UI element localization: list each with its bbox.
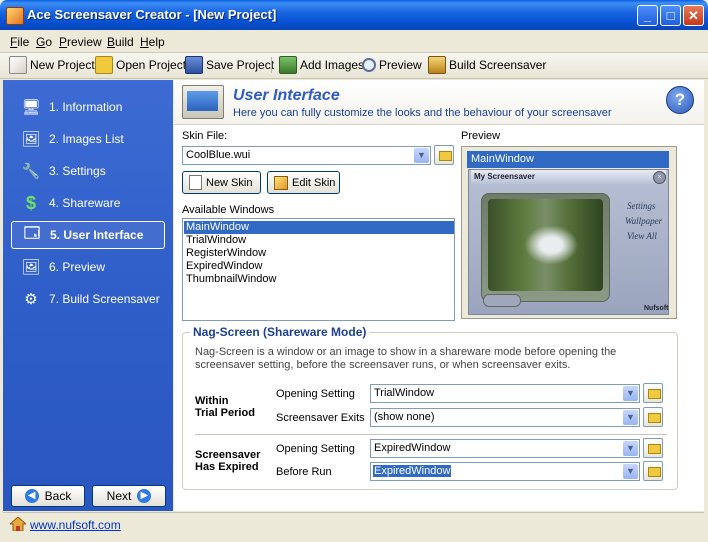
chevron-down-icon[interactable]: ▼ [414,148,429,163]
chevron-down-icon[interactable]: ▼ [623,441,638,456]
menu-preview[interactable]: Preview [59,35,102,49]
home-icon [10,517,26,531]
preview-label: Preview [461,130,501,142]
sidebar-item-settings[interactable]: 🔧 3. Settings [11,157,165,185]
preview-selected-window: MainWindow [467,151,669,168]
help-icon[interactable]: ? [666,86,694,114]
dollar-icon: $ [25,192,36,213]
nag-screen-title: Nag-Screen (Shareware Mode) [190,325,370,339]
preview-brand: Nufsoft [644,305,669,312]
preview-menu-wallpaper: Wallpaper [625,216,663,226]
menu-go[interactable]: Go [36,35,52,49]
nag-screen-description: Nag-Screen is a window or an image to sh… [195,346,617,371]
build-icon: ⚙ [24,291,38,308]
add-images-icon [279,56,297,74]
available-windows-list[interactable]: MainWindow TrialWindow RegisterWindow Ex… [182,218,455,321]
trial-opening-setting-combo[interactable]: TrialWindow ▼ [370,384,640,403]
arrow-right-icon: ▶ [137,489,152,503]
website-link[interactable]: www.nufsoft.com [30,518,121,532]
list-item[interactable]: RegisterWindow [184,247,454,260]
expired-label-line2: Has Expired [195,461,259,473]
sidebar-item-shareware[interactable]: $ 4. Shareware [11,189,165,217]
browse-expired-before-run-button[interactable] [643,461,663,481]
preview-caption: My Screensaver [474,172,535,181]
preview-image [488,199,603,291]
available-windows-label: Available Windows [182,204,275,216]
new-project-button[interactable]: New Project [9,56,95,74]
preview-controls [483,294,521,307]
skin-file-combo[interactable]: CoolBlue.wui ▼ [182,146,431,165]
edit-skin-icon [274,175,288,190]
browse-expired-opening-button[interactable] [643,438,663,458]
trial-screensaver-exits-label: Screensaver Exits [276,412,365,424]
trial-period-label-line2: Trial Period [195,407,255,419]
new-project-icon [9,56,27,74]
sidebar-item-build-screensaver[interactable]: ⚙ 7. Build Screensaver [11,285,165,313]
trial-screensaver-exits-combo[interactable]: (show none) ▼ [370,408,640,427]
menu-file[interactable]: File [10,35,29,49]
arrow-left-icon: ◀ [24,489,39,503]
preview-button[interactable]: Preview [362,56,422,74]
folder-open-icon [95,56,113,74]
user-interface-icon [182,85,224,119]
sidebar-item-preview[interactable]: 🖼 6. Preview [11,253,165,281]
back-button[interactable]: ◀ Back [11,485,85,507]
magnifier-icon [362,58,376,72]
list-item[interactable]: ThumbnailWindow [184,273,454,286]
list-item[interactable]: TrialWindow [184,234,454,247]
maximize-button[interactable]: □ [660,5,681,26]
expired-before-run-label: Before Run [276,466,332,478]
build-screensaver-button[interactable]: Build Screensaver [428,56,546,74]
preview-close-icon: × [653,171,666,184]
list-item[interactable]: ExpiredWindow [184,260,454,273]
divider [195,434,667,435]
expired-opening-setting-combo[interactable]: ExpiredWindow ▼ [370,439,640,458]
close-button[interactable]: ✕ [683,5,704,26]
info-icon: 🖥 [21,99,41,116]
sidebar-item-user-interface[interactable]: 🗔 5. User Interface [11,221,165,249]
expired-opening-setting-label: Opening Setting [276,443,355,455]
trial-opening-setting-label: Opening Setting [276,388,355,400]
browse-trial-opening-button[interactable] [643,383,663,403]
menu-build[interactable]: Build [107,35,134,49]
build-icon [428,56,446,74]
sidebar-item-images-list[interactable]: 🖼 2. Images List [11,125,165,153]
page-title: User Interface [233,87,340,104]
browse-trial-exits-button[interactable] [643,407,663,427]
add-images-button[interactable]: Add Images [279,56,364,74]
app-icon [6,7,24,25]
chevron-down-icon[interactable]: ▼ [623,386,638,401]
preview-menu-settings: Settings [627,201,656,211]
images-icon: 🖼 [21,131,41,148]
page-subtitle: Here you can fully customize the looks a… [233,107,612,119]
chevron-down-icon[interactable]: ▼ [623,410,638,425]
expired-before-run-combo[interactable]: ExpiredWindow ▼ [370,462,640,481]
preview-icon: 🖼 [21,259,41,276]
save-icon [185,56,203,74]
menu-help[interactable]: Help [140,35,165,49]
edit-skin-button[interactable]: Edit Skin [267,171,340,194]
sidebar: 🖥 1. Information 🖼 2. Images List 🔧 3. S… [3,80,173,511]
minimize-button[interactable]: _ [637,5,658,26]
sidebar-item-information[interactable]: 🖥 1. Information [11,93,165,121]
preview-menu-view-all: View All [627,231,657,241]
new-skin-button[interactable]: New Skin [182,171,261,194]
skin-file-label: Skin File: [182,130,228,142]
ui-icon: 🗔 [23,224,41,242]
save-project-button[interactable]: Save Project [185,56,274,74]
toolbar: New Project Open Project Save Project Ad… [0,53,708,79]
toolbar-separator [271,57,272,73]
window-title: Ace Screensaver Creator - [New Project] [27,7,277,22]
menu-bar: File Go Preview Build Help [0,30,708,53]
list-item[interactable]: MainWindow [184,221,454,234]
next-button[interactable]: Next ▶ [92,485,166,507]
chevron-down-icon[interactable]: ▼ [623,464,638,479]
browse-skin-button[interactable] [434,145,454,165]
new-skin-icon [189,175,202,190]
open-project-button[interactable]: Open Project [95,56,186,74]
tools-icon: 🔧 [21,163,41,180]
